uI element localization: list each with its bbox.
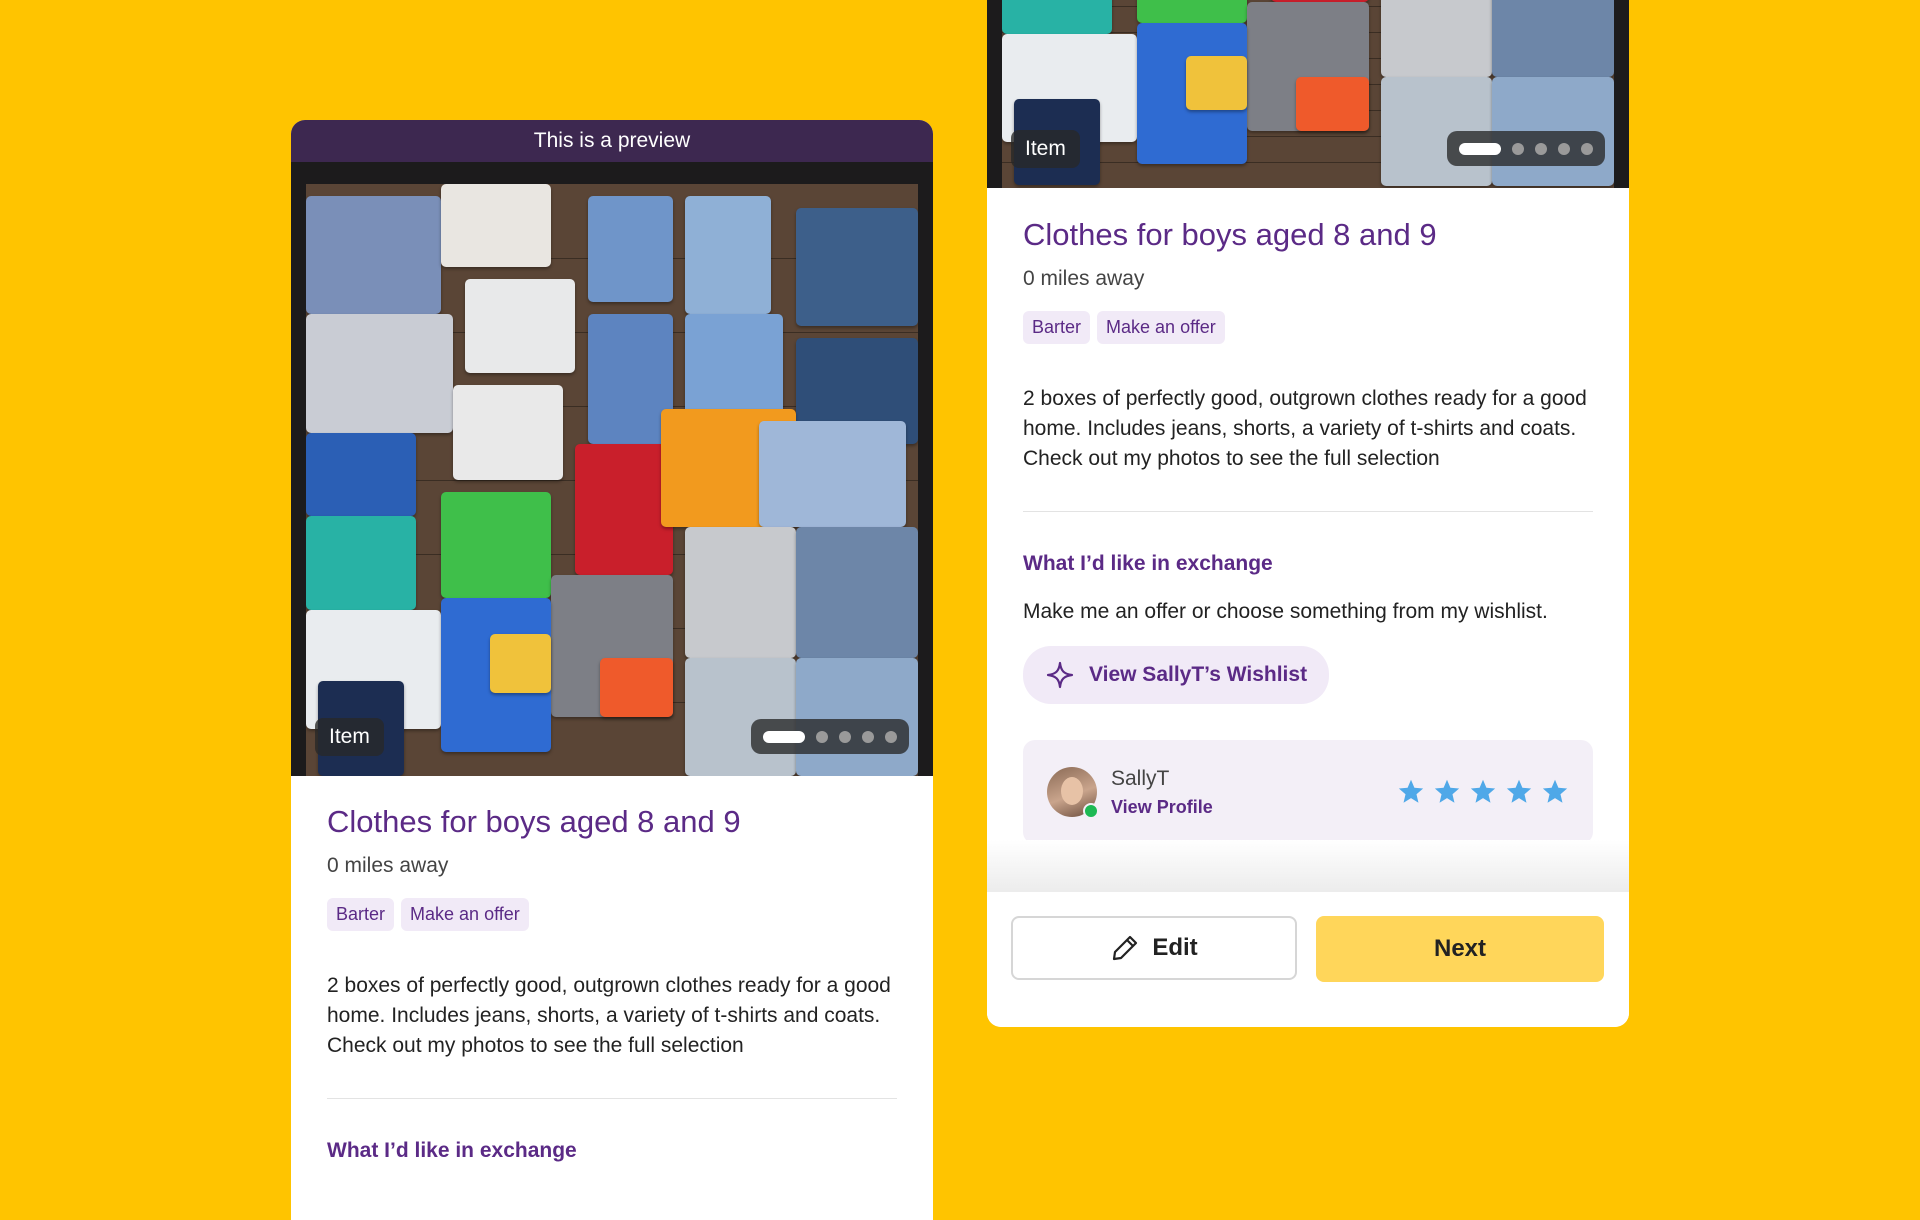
action-footer: Edit Next [987, 892, 1629, 1027]
preview-banner: This is a preview [291, 120, 933, 162]
tag-barter: Barter [327, 898, 395, 931]
view-profile-link[interactable]: View Profile [1111, 797, 1213, 818]
star-icon [1506, 779, 1532, 803]
tag-list: Barter Make an offer [1023, 311, 1593, 344]
exchange-text: Make me an offer or choose something fro… [1023, 600, 1548, 623]
carousel-dot[interactable] [816, 730, 828, 743]
photo-carousel[interactable]: Item [987, 0, 1629, 188]
exchange-heading: What I’d like in exchange [1023, 552, 1273, 575]
tag-barter: Barter [1023, 311, 1091, 344]
pencil-icon [1113, 935, 1138, 961]
listing-photo[interactable] [306, 184, 918, 776]
photo-label: Item [1011, 130, 1080, 168]
listing-title: Clothes for boys aged 8 and 9 [327, 804, 741, 839]
carousel-indicator[interactable] [1447, 131, 1605, 166]
listing-distance: 0 miles away [327, 854, 449, 877]
carousel-dot[interactable] [885, 730, 897, 743]
photo-carousel[interactable]: Item [291, 162, 933, 776]
edit-label: Edit [1152, 934, 1198, 961]
carousel-dot[interactable] [763, 730, 805, 743]
listing-description: 2 boxes of perfectly good, outgrown clot… [327, 974, 891, 1057]
seller-name: SallyT [1111, 766, 1170, 790]
divider [1023, 511, 1593, 512]
carousel-dot[interactable] [1512, 142, 1524, 155]
star-icon [1542, 779, 1568, 803]
online-status-indicator [1083, 803, 1099, 819]
avatar[interactable] [1047, 767, 1099, 819]
carousel-dot[interactable] [1581, 142, 1593, 155]
listing-description: 2 boxes of perfectly good, outgrown clot… [1023, 387, 1587, 470]
carousel-dot[interactable] [862, 730, 874, 743]
tag-make-offer: Make an offer [401, 898, 529, 931]
rating-stars [1397, 778, 1569, 806]
divider [327, 1098, 897, 1099]
tag-make-offer: Make an offer [1097, 311, 1225, 344]
listing-distance: 0 miles away [1023, 267, 1145, 290]
photo-label: Item [315, 718, 384, 756]
carousel-indicator[interactable] [751, 719, 909, 754]
seller-profile: SallyT View Profile [1023, 740, 1593, 844]
view-wishlist-button[interactable]: View SallyT’s Wishlist [1023, 646, 1330, 704]
view-wishlist-label: View SallyT’s Wishlist [1089, 663, 1308, 686]
carousel-dot[interactable] [839, 730, 851, 743]
listing-card-scrolled: Item Clothes for boys aged 8 and 9 0 mil… [987, 0, 1629, 1027]
next-button[interactable]: Next [1316, 916, 1604, 982]
preview-card: This is a preview Item Clothes for boys … [291, 120, 933, 1220]
listing-title: Clothes for boys aged 8 and 9 [1023, 217, 1437, 252]
star-icon [1398, 779, 1424, 803]
carousel-dot[interactable] [1558, 142, 1570, 155]
sparkle-icon [1046, 661, 1074, 689]
carousel-dot[interactable] [1459, 142, 1501, 155]
tag-list: Barter Make an offer [327, 898, 897, 931]
star-icon [1434, 779, 1460, 803]
edit-button[interactable]: Edit [1011, 916, 1297, 980]
carousel-dot[interactable] [1535, 142, 1547, 155]
exchange-heading: What I’d like in exchange [327, 1139, 577, 1162]
star-icon [1470, 779, 1496, 803]
scroll-fade [987, 840, 1629, 892]
